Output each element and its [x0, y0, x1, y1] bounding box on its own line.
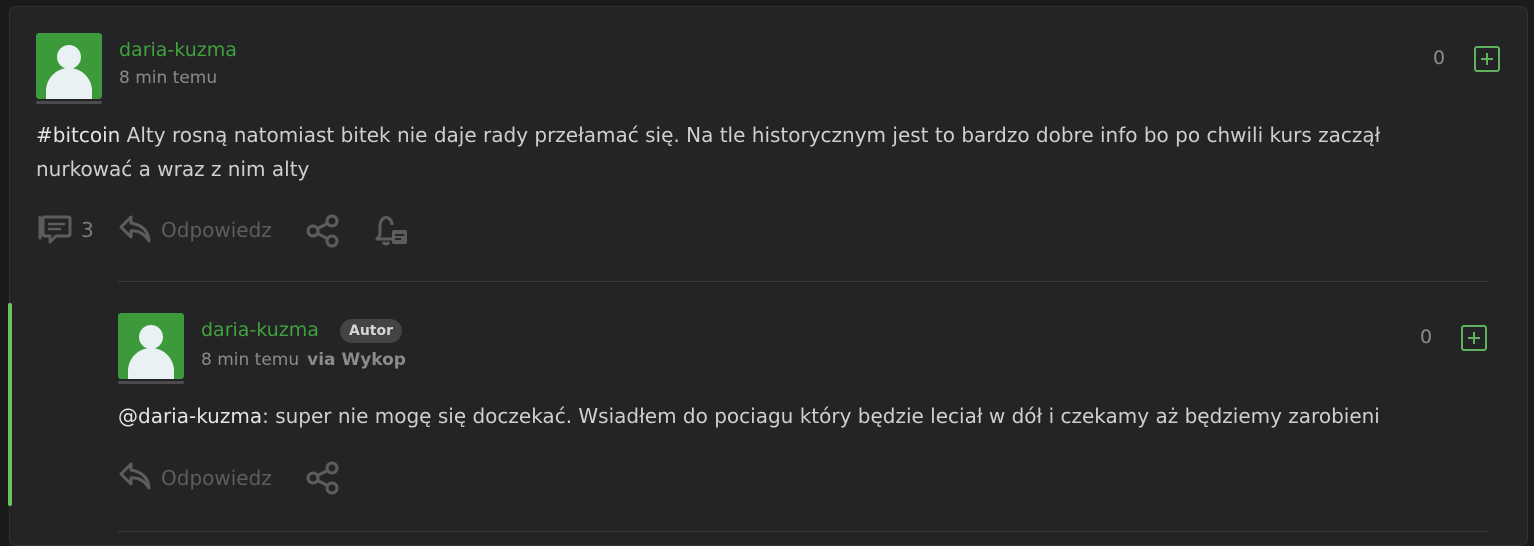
- reply-reply-button[interactable]: Odpowiedz: [161, 466, 272, 490]
- post-vote-count: 0: [1433, 47, 1446, 69]
- post-avatar[interactable]: [36, 33, 102, 99]
- reply-mention[interactable]: @daria-kuzma: [118, 404, 262, 428]
- post-text-line1: Alty rosną natomiast bitek nie daje rady…: [120, 123, 1381, 147]
- avatar-underline: [36, 101, 102, 104]
- post-text-line2: nurkować a wraz z nim alty: [36, 157, 310, 181]
- comments-icon[interactable]: [36, 214, 72, 246]
- reply-text: : super nie mogę się doczekać. Wsiadłem …: [262, 404, 1380, 428]
- reply-avatar[interactable]: [118, 313, 184, 379]
- reply-vote-count: 0: [1420, 326, 1433, 348]
- reply-arrow-icon[interactable]: [118, 214, 152, 244]
- post-username[interactable]: daria-kuzma: [119, 39, 237, 61]
- reply-via: via Wykop: [307, 350, 406, 370]
- reply-thread-indicator: [8, 303, 12, 506]
- author-badge: Autor: [340, 319, 403, 343]
- reply-plus-vote-button[interactable]: [1461, 325, 1487, 351]
- reply-content: @daria-kuzma: super nie mogę się doczeka…: [118, 399, 1498, 433]
- post-tag[interactable]: #bitcoin: [36, 123, 120, 147]
- post-time[interactable]: 8 min temu: [119, 68, 217, 88]
- reply-divider: [118, 531, 1489, 532]
- bell-icon[interactable]: [374, 213, 410, 249]
- reply-avatar-underline: [118, 381, 184, 384]
- share-icon[interactable]: [305, 213, 341, 249]
- reply-username[interactable]: daria-kuzma: [201, 319, 319, 341]
- comments-count[interactable]: 3: [81, 218, 94, 242]
- reply-arrow-icon[interactable]: [118, 461, 152, 491]
- post-content: #bitcoin Alty rosną natomiast bitek nie …: [36, 118, 1506, 186]
- post-reply-button[interactable]: Odpowiedz: [161, 218, 272, 242]
- entry-card: [9, 6, 1528, 546]
- post-plus-vote-button[interactable]: [1474, 46, 1500, 72]
- share-icon[interactable]: [305, 460, 341, 496]
- reply-meta: 8 min temu via Wykop: [201, 350, 406, 370]
- comment-divider: [118, 281, 1489, 282]
- reply-time[interactable]: 8 min temu: [201, 350, 299, 370]
